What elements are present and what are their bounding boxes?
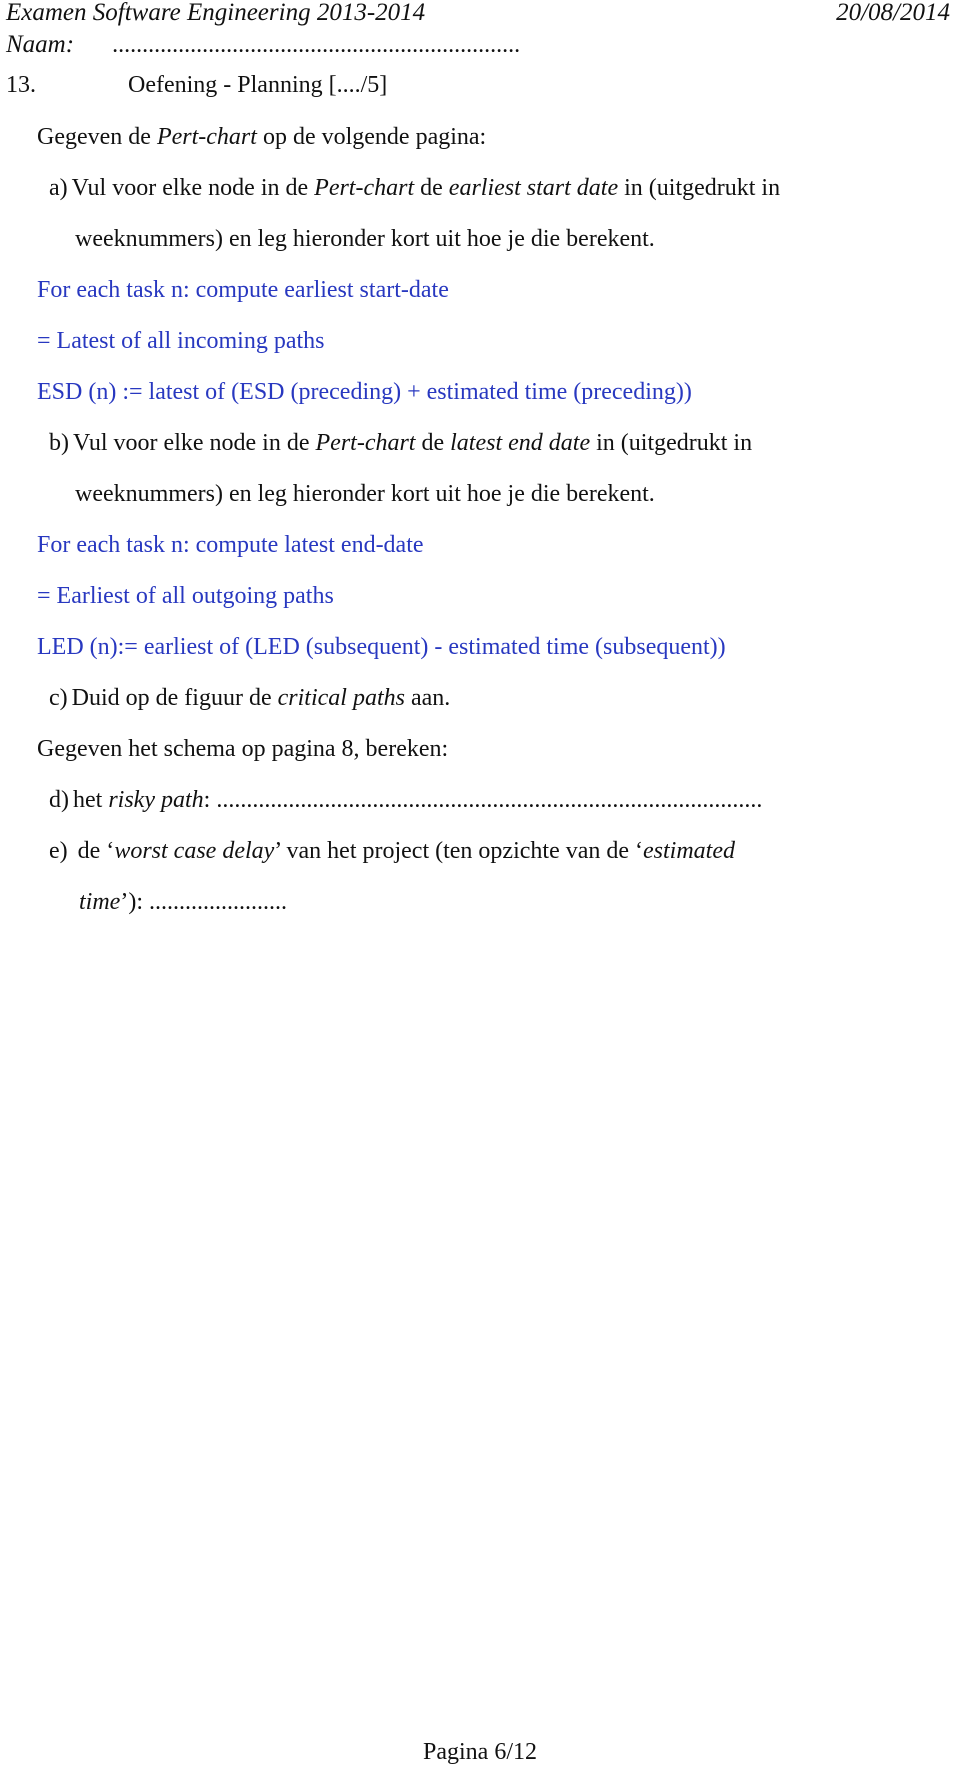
question-a-t1: Vul voor elke node in de (71, 175, 315, 201)
intro-pre: Gegeven de (37, 124, 157, 150)
exercise-number: 13. (6, 72, 36, 98)
question-e-t3: ’): (120, 889, 149, 915)
question-a-line2: weeknummers) en leg hieronder kort uit h… (75, 226, 655, 252)
question-a: a) Vul voor elke node in de Pert-chart d… (49, 173, 780, 203)
question-d-t1: het (73, 787, 109, 813)
name-field-blank[interactable]: ........................................… (112, 32, 520, 58)
exercise-title: Oefening - Planning [..../5] (128, 72, 388, 98)
question-d: d) het risky path: .....................… (49, 785, 762, 815)
question-e-t1: de ‘ (77, 838, 115, 864)
question-c: c) Duid op de figuur de critical paths a… (49, 683, 450, 713)
question-b-line2: weeknummers) en leg hieronder kort uit h… (75, 481, 655, 507)
name-label: Naam: (6, 31, 75, 58)
question-e-marker: e) (49, 838, 68, 864)
answer-a-line-1: For each task n: compute earliest start-… (37, 277, 449, 303)
question-b-em1: Pert-chart (315, 430, 416, 456)
question-a-em2: earliest start date (448, 175, 619, 201)
question-d-marker: d) (49, 787, 69, 813)
question-d-t2: : (203, 787, 217, 813)
answer-b-line-3: LED (n):= earliest of (LED (subsequent) … (37, 634, 726, 660)
question-b-t1: Vul voor elke node in de (73, 430, 316, 456)
answer-b-line-1: For each task n: compute latest end-date (37, 532, 424, 558)
page-number: Pagina 6/12 (423, 1739, 537, 1765)
question-c-t2: aan. (404, 685, 451, 711)
answer-a-line-3: ESD (n) := latest of (ESD (preceding) + … (37, 379, 692, 405)
question-b-em2: latest end date (450, 430, 591, 456)
risky-path-answer-blank[interactable]: ........................................… (216, 787, 762, 813)
question-e-t2: ’ van het project (ten opzichte van de ‘ (274, 838, 644, 864)
question-e-em1: worst case delay (114, 838, 275, 864)
answer-a-line-2: = Latest of all incoming paths (37, 328, 325, 354)
name-row: Naam: ..................................… (6, 30, 520, 60)
question-c-em1: critical paths (277, 685, 405, 711)
exam-title: Examen Software Engineering 2013-2014 (6, 0, 426, 26)
question-e-em3: time (79, 889, 121, 915)
intro-post: op de volgende pagina: (256, 124, 487, 150)
question-a-t2: de (414, 175, 449, 201)
worst-case-delay-answer-blank[interactable]: ....................... (149, 889, 287, 915)
question-a-em1: Pert-chart (314, 175, 415, 201)
answer-b-line-2: = Earliest of all outgoing paths (37, 583, 334, 609)
question-b: b) Vul voor elke node in de Pert-chart d… (49, 428, 752, 458)
intro-em: Pert-chart (156, 124, 257, 150)
question-b-t2: de (415, 430, 451, 456)
intro2-text: Gegeven het schema op pagina 8, bereken: (37, 736, 449, 762)
question-b-t3: in (uitgedrukt in (590, 430, 753, 456)
question-e-em2: estimated (643, 838, 735, 864)
question-e: e) de ‘worst case delay’ van het project… (49, 836, 735, 866)
question-c-marker: c) (49, 685, 68, 711)
question-d-em1: risky path (108, 787, 204, 813)
question-e-line2: time’): ....................... (79, 887, 287, 917)
question-b-marker: b) (49, 430, 69, 456)
question-a-t3: in (uitgedrukt in (618, 175, 781, 201)
intro-text: Gegeven de Pert-chart op de volgende pag… (37, 122, 486, 152)
exam-date: 20/08/2014 (836, 0, 950, 26)
question-a-marker: a) (49, 175, 68, 201)
question-c-t1: Duid op de figuur de (71, 685, 278, 711)
